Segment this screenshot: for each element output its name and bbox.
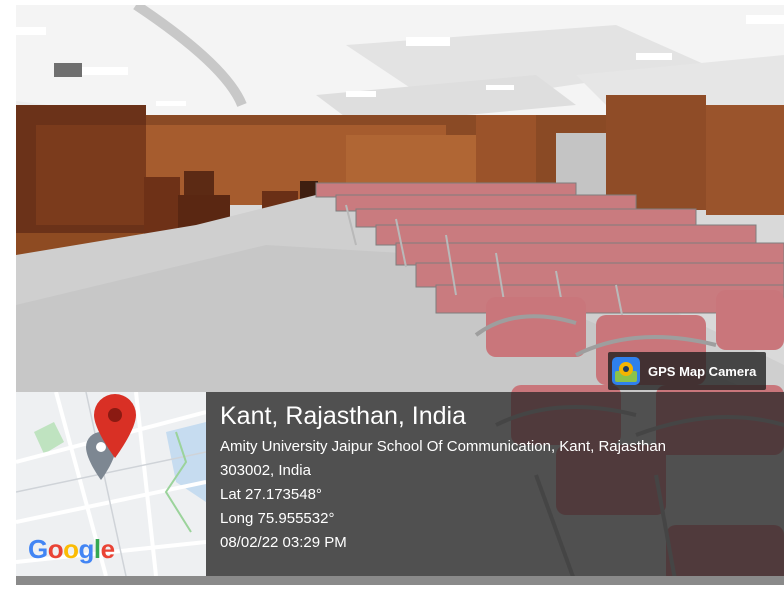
gps-map-camera-badge: GPS Map Camera	[608, 352, 767, 390]
latitude: Lat 27.173548°	[220, 486, 322, 503]
address-line-1: Amity University Jaipur School Of Commun…	[220, 438, 667, 455]
timestamp: 08/02/22 03:29 PM	[220, 534, 347, 551]
location-details: Kant, Rajasthan, India Amity University …	[220, 402, 780, 555]
map-pin-icon	[94, 394, 136, 458]
place-title: Kant, Rajasthan, India	[220, 402, 466, 430]
map-thumbnail: Google	[16, 392, 206, 576]
longitude: Long 75.955532°	[220, 510, 335, 527]
geotag-info-panel: Google Kant, Rajasthan, India Amity Univ…	[16, 392, 784, 576]
bottom-carpet-strip	[16, 576, 784, 585]
google-logo: Google	[28, 534, 115, 564]
badge-label: GPS Map Camera	[648, 363, 757, 379]
photo-frame: GPS Map Camera Google Kant, Rajasthan, I…	[16, 5, 784, 585]
address-line-2: 303002, India	[220, 462, 311, 479]
gps-map-camera-app-icon	[612, 357, 640, 385]
